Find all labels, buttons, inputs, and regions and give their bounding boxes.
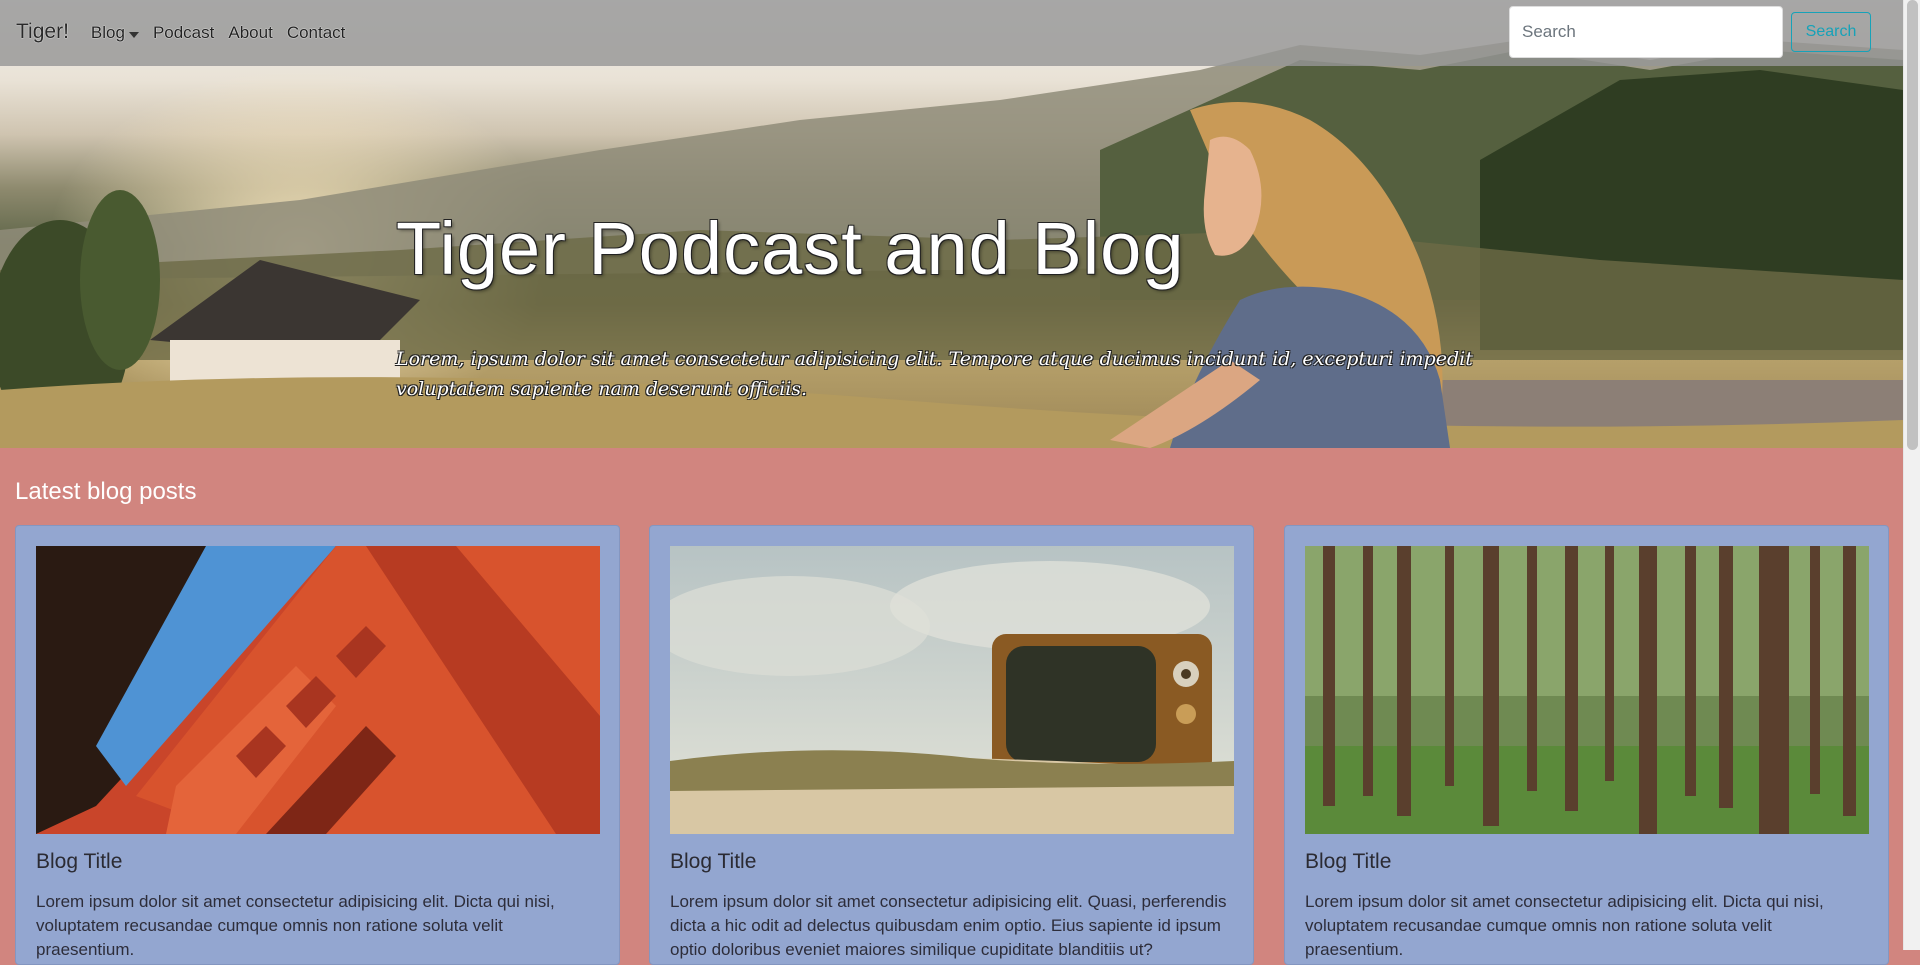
nav-item-contact[interactable]: Contact (287, 23, 346, 43)
card-title: Blog Title (670, 850, 757, 873)
nav-item-about-label: About (228, 23, 273, 42)
card-text: Lorem ipsum dolor sit amet consectetur a… (670, 892, 1227, 959)
card-image-building (36, 546, 600, 834)
chevron-down-icon (128, 32, 139, 38)
card-text: Lorem ipsum dolor sit amet consectetur a… (1305, 892, 1824, 959)
card-text: Lorem ipsum dolor sit amet consectetur a… (36, 892, 555, 959)
hero-banner: Tiger Podcast and Blog Lorem, ipsum dolo… (0, 0, 1903, 448)
hero-title: Tiger Podcast and Blog (396, 207, 1185, 290)
hero-subtitle: Lorem, ipsum dolor sit amet consectetur … (396, 348, 1473, 400)
card-title: Blog Title (1305, 850, 1392, 873)
blog-card[interactable]: Blog Title Lorem ipsum dolor sit amet co… (15, 525, 620, 965)
nav-item-blog[interactable]: Blog (91, 23, 139, 43)
brand-logo[interactable]: Tiger! (16, 20, 69, 44)
nav-item-contact-label: Contact (286, 23, 346, 42)
card-title: Blog Title (36, 850, 123, 873)
scrollbar-thumb[interactable] (1907, 0, 1918, 450)
nav-item-about[interactable]: About (228, 23, 272, 43)
card-image-television (670, 546, 1234, 834)
page-scrollbar[interactable] (1903, 0, 1920, 950)
search-input[interactable] (1509, 6, 1783, 58)
search-form: Search (1509, 6, 1871, 58)
nav-item-blog-label: Blog (90, 23, 125, 42)
blog-card[interactable]: Blog Title Lorem ipsum dolor sit amet co… (649, 525, 1254, 965)
search-button[interactable]: Search (1791, 12, 1871, 52)
section-title: Latest blog posts (15, 478, 197, 505)
latest-posts-section: Latest blog posts Blog Title Lorem ipsum… (0, 448, 1903, 965)
nav-item-podcast[interactable]: Podcast (153, 23, 214, 43)
card-image-forest (1305, 546, 1869, 834)
top-navbar: Tiger! Blog Podcast About Contact Search (0, 0, 1903, 66)
blog-card[interactable]: Blog Title Lorem ipsum dolor sit amet co… (1284, 525, 1889, 965)
nav-item-podcast-label: Podcast (152, 23, 215, 42)
